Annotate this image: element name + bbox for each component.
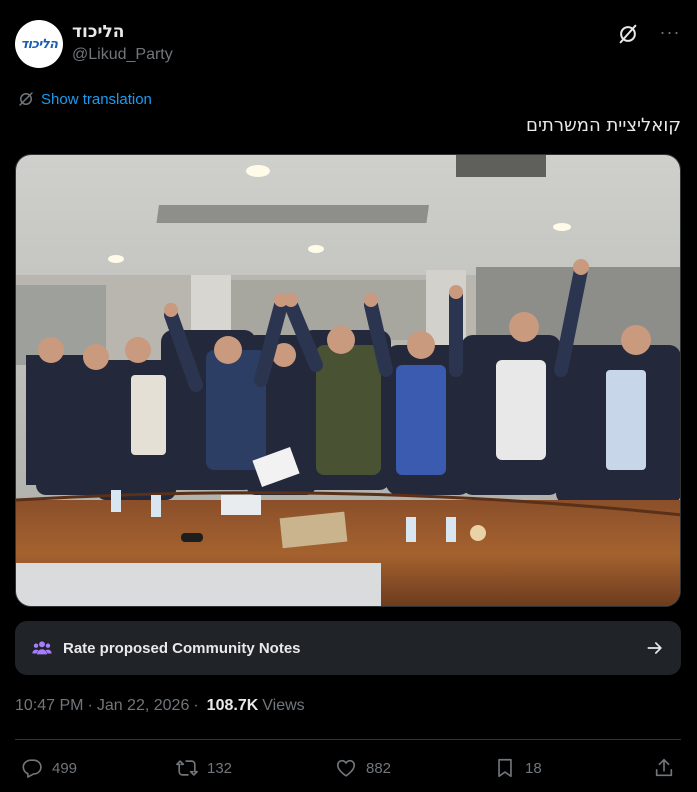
tweet-time[interactable]: 10:47 PM <box>15 697 83 715</box>
bookmark-count: 18 <box>525 759 542 777</box>
reply-icon <box>22 759 42 778</box>
share-icon <box>655 758 673 777</box>
views-count: 108.7K <box>206 697 259 714</box>
reply-button[interactable]: 499 <box>21 753 77 783</box>
action-bar: 499 132 882 18 <box>15 753 681 783</box>
show-translation-link[interactable]: Show translation <box>17 88 152 110</box>
bookmark-icon <box>498 758 512 778</box>
arrow-right-icon <box>647 642 662 654</box>
avatar[interactable]: הליכוד <box>15 20 63 68</box>
tweet-date[interactable]: Jan 22, 2026 <box>97 697 190 715</box>
like-count: 882 <box>366 759 392 777</box>
divider <box>15 739 681 740</box>
tweet-image[interactable] <box>15 154 681 607</box>
heart-icon <box>336 759 356 777</box>
tweet-meta: 10:47 PM · Jan 22, 2026 · 108.7K Views <box>15 697 305 715</box>
meta-separator-2: · <box>193 697 199 714</box>
group-photo <box>16 155 680 606</box>
reply-count: 499 <box>52 759 78 777</box>
meta-separator: · <box>87 697 93 714</box>
user-handle[interactable]: @Likud_Party <box>72 46 173 64</box>
more-options-icon[interactable]: ··· <box>659 22 681 44</box>
tweet-text: קואליציית המשרתים <box>526 115 681 136</box>
grok-icon[interactable] <box>617 23 639 45</box>
people-icon <box>32 641 52 655</box>
tweet-header: הליכוד הליכוד @Likud_Party ··· <box>15 20 681 68</box>
retweet-button[interactable]: 132 <box>176 753 232 783</box>
avatar-logo-text: הליכוד <box>20 36 58 52</box>
grok-translate-icon <box>19 92 33 106</box>
community-notes-button[interactable]: Rate proposed Community Notes <box>15 621 681 675</box>
retweet-count: 132 <box>207 759 233 777</box>
retweet-icon <box>176 760 198 776</box>
display-name[interactable]: הליכוד <box>72 22 124 42</box>
share-button[interactable] <box>653 753 675 783</box>
like-button[interactable]: 882 <box>335 753 391 783</box>
community-notes-label: Rate proposed Community Notes <box>63 639 301 657</box>
show-translation-label[interactable]: Show translation <box>41 91 152 108</box>
views-label: Views <box>262 697 305 714</box>
bookmark-button[interactable]: 18 <box>494 753 542 783</box>
